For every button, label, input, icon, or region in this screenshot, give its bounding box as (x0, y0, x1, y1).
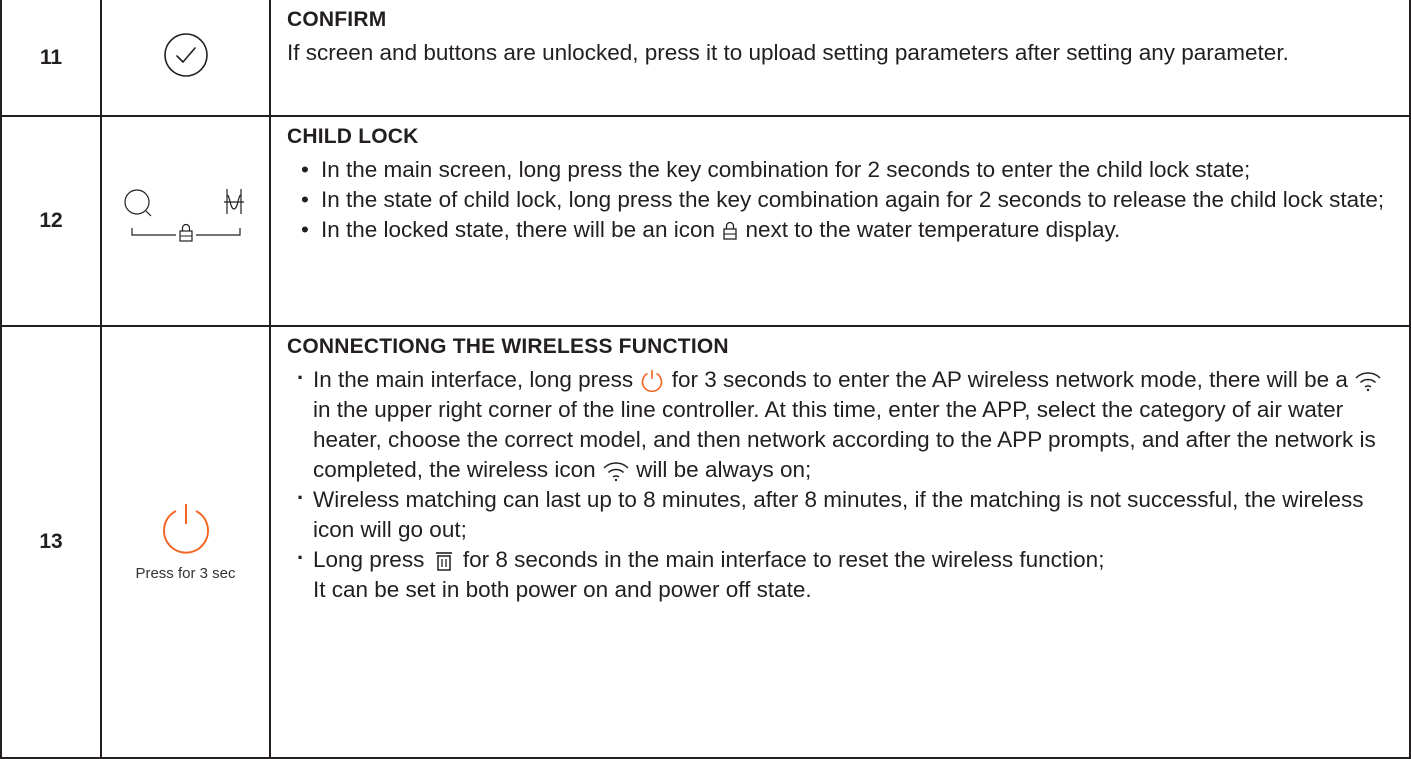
description-text: If screen and buttons are unlocked, pres… (287, 40, 1289, 65)
wifi-icon (1355, 372, 1381, 392)
list-item: • In the state of child lock, long press … (301, 187, 1385, 212)
icon-cell (100, 115, 271, 327)
table-row: 13 Press for 3 sec CONNECTIONG THE WIREL… (0, 325, 1411, 759)
row-number: 12 (0, 115, 102, 327)
list-item: • In the main screen, long press the key … (301, 157, 1251, 182)
child-lock-key-combination-icon (123, 188, 244, 242)
check-circle-icon (163, 33, 208, 77)
trash-icon (435, 552, 452, 571)
table-row: 11 CONFIRM If screen and buttons are unl… (0, 0, 1411, 117)
list-item: • In the locked state, there will be an i… (301, 217, 1121, 242)
table-row: 12 CHILD LOCK • In the main screen, long … (0, 115, 1411, 327)
press-duration-label: Press for 3 sec (135, 565, 236, 582)
description-cell: CONFIRM If screen and buttons are unlock… (269, 0, 1411, 117)
list-item: · Long press for 8 seconds in the main in… (297, 545, 1105, 602)
wifi-icon (603, 462, 629, 482)
instruction-table: 11 CONFIRM If screen and buttons are unl… (0, 0, 1411, 759)
row-number: 11 (0, 0, 102, 117)
lock-icon (723, 221, 737, 240)
description-cell: CHILD LOCK • In the main screen, long pre… (269, 115, 1411, 327)
list-item: · Wireless matching can last up to 8 minu… (297, 485, 1364, 542)
bullet-list: · In the main interface, long press for 3… (287, 365, 1397, 605)
icon-cell (100, 0, 271, 117)
bullet-list: • In the main screen, long press the key … (287, 155, 1397, 245)
power-icon (162, 504, 209, 554)
description-cell: CONNECTIONG THE WIRELESS FUNCTION · In th… (269, 325, 1411, 759)
section-title: CHILD LOCK (287, 125, 419, 148)
section-title: CONNECTIONG THE WIRELESS FUNCTION (287, 335, 729, 358)
section-title: CONFIRM (287, 8, 387, 31)
row-number: 13 (0, 325, 102, 759)
power-icon (642, 370, 663, 393)
icon-cell: Press for 3 sec (100, 325, 271, 759)
list-item: · In the main interface, long press for 3… (287, 365, 1397, 485)
